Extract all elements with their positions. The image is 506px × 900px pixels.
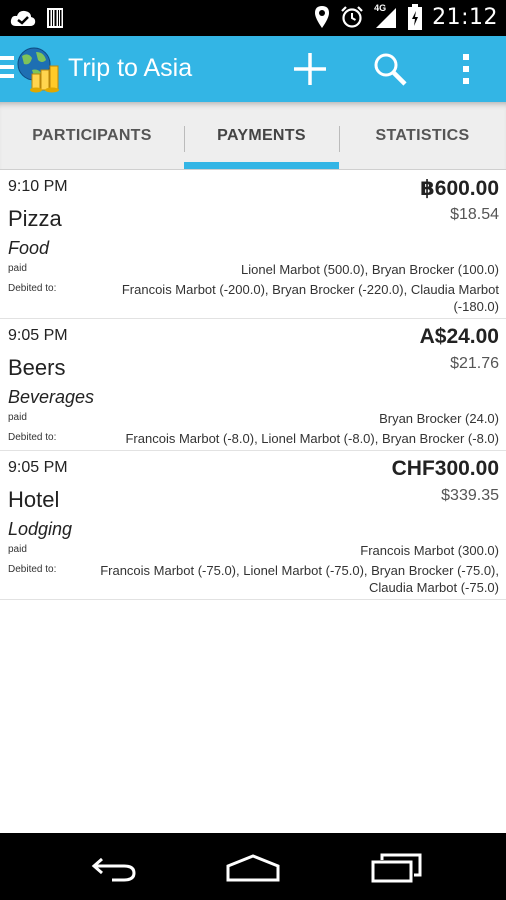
action-bar: Trip to Asia	[0, 36, 506, 102]
signal-icon: 4G	[374, 3, 398, 29]
payment-amount: CHF300.00	[391, 457, 499, 480]
payment-category: Lodging	[8, 519, 73, 539]
payment-time: 9:05 PM	[8, 327, 68, 344]
payment-item[interactable]: 9:05 PM A$24.00 $21.76 Beers Beverages p…	[0, 319, 506, 451]
paid-label: paid	[8, 544, 27, 555]
payment-time: 9:05 PM	[8, 459, 68, 476]
payment-item[interactable]: 9:10 PM ฿600.00 $18.54 Pizza Food paid L…	[0, 170, 506, 319]
debited-to-value: Francois Marbot (-8.0), Lionel Marbot (-…	[125, 431, 499, 446]
overflow-menu-icon	[463, 54, 469, 84]
payment-converted-amount: $21.76	[450, 355, 499, 372]
home-button[interactable]	[223, 851, 283, 885]
cloud-check-icon	[10, 8, 36, 28]
debited-to-value: Francois Marbot (-75.0), Lionel Marbot (…	[100, 563, 499, 595]
overflow-menu-button[interactable]	[446, 49, 486, 89]
navigation-bar	[0, 833, 506, 900]
payment-name: Pizza	[8, 206, 62, 231]
tab-payments[interactable]: PAYMENTS	[184, 102, 339, 170]
paid-by-value: Francois Marbot (300.0)	[360, 543, 499, 558]
search-icon	[374, 53, 407, 86]
payment-name: Hotel	[8, 487, 60, 512]
paid-label: paid	[8, 412, 27, 423]
home-icon	[226, 854, 280, 882]
add-icon	[294, 53, 326, 85]
app-title: Trip to Asia	[68, 54, 193, 82]
payment-category: Food	[8, 238, 50, 258]
tab-bar: PARTICIPANTS PAYMENTS STATISTICS	[0, 102, 506, 170]
tab-participants[interactable]: PARTICIPANTS	[0, 102, 184, 170]
tab-statistics[interactable]: STATISTICS	[339, 102, 506, 170]
barcode-icon	[46, 7, 64, 29]
payment-amount: ฿600.00	[420, 177, 499, 200]
payment-converted-amount: $18.54	[450, 206, 499, 223]
payment-converted-amount: $339.35	[441, 487, 499, 504]
app-logo[interactable]	[12, 44, 64, 94]
payment-amount: A$24.00	[419, 325, 499, 348]
payment-name: Beers	[8, 355, 66, 380]
debited-label: Debited to:	[8, 432, 57, 443]
search-button[interactable]	[370, 49, 410, 89]
payments-list: 9:10 PM ฿600.00 $18.54 Pizza Food paid L…	[0, 170, 506, 600]
debited-to-value: Francois Marbot (-200.0), Bryan Brocker …	[121, 282, 499, 314]
payment-item[interactable]: 9:05 PM CHF300.00 $339.35 Hotel Lodging …	[0, 451, 506, 600]
debited-label: Debited to:	[8, 283, 57, 294]
paid-by-value: Lionel Marbot (500.0), Bryan Brocker (10…	[241, 262, 499, 277]
status-bar: 4G 21:12	[0, 0, 506, 36]
payment-category: Beverages	[8, 387, 95, 407]
selected-tab-indicator	[184, 162, 339, 169]
debited-label: Debited to:	[8, 564, 57, 575]
payment-time: 9:10 PM	[8, 178, 68, 195]
paid-by-value: Bryan Brocker (24.0)	[379, 411, 499, 426]
back-button[interactable]	[83, 851, 143, 885]
back-icon	[91, 857, 136, 882]
recent-apps-icon	[371, 853, 422, 883]
location-icon	[314, 5, 330, 29]
paid-label: paid	[8, 263, 27, 274]
add-button[interactable]	[290, 49, 330, 89]
status-clock: 21:12	[432, 4, 498, 30]
battery-icon	[408, 4, 423, 30]
alarm-icon	[340, 5, 364, 29]
recent-apps-button[interactable]	[366, 851, 426, 885]
